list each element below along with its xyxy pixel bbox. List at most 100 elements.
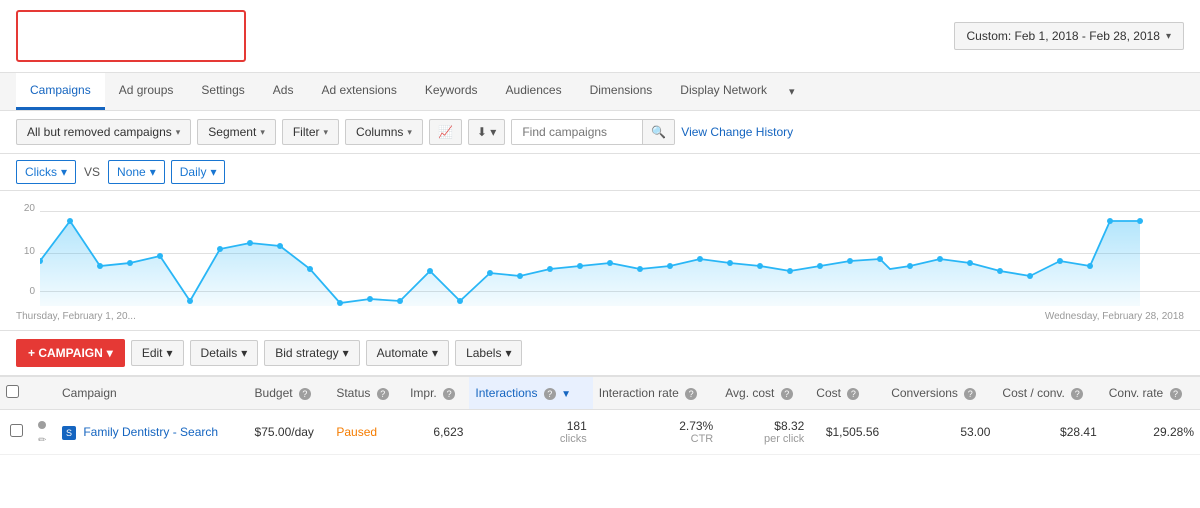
table-container: Campaign Budget ? Status ? Impr. ? Inter… (0, 376, 1200, 455)
cost-help-icon[interactable]: ? (847, 388, 859, 400)
header-status (32, 377, 56, 410)
segment-btn-chevron: ▾ (260, 127, 265, 138)
header-conv-rate: Conv. rate ? (1103, 377, 1200, 410)
cost-value: $1,505.56 (826, 425, 879, 439)
header-campaign: Campaign (56, 377, 249, 410)
edit-button[interactable]: Edit ▾ (131, 340, 184, 366)
period-label: Daily (180, 165, 207, 179)
search-icon-button[interactable]: 🔍 (642, 120, 674, 144)
interactions-help-icon[interactable]: ? (544, 388, 556, 400)
filter-chevron: ▾ (324, 127, 329, 138)
header-conv-rate-label: Conv. rate (1109, 386, 1163, 400)
filter-button[interactable]: Filter ▾ (282, 119, 339, 145)
period-button[interactable]: Daily ▾ (171, 160, 226, 184)
status-help-icon[interactable]: ? (377, 388, 389, 400)
toolbar-row-2: Clicks ▾ VS None ▾ Daily ▾ (0, 154, 1200, 191)
date-range-button[interactable]: Custom: Feb 1, 2018 - Feb 28, 2018 ▾ (954, 22, 1184, 50)
row-cost-cell: $1,505.56 (810, 410, 885, 455)
row-campaign-cell: S Family Dentistry - Search (56, 410, 249, 455)
columns-button[interactable]: Columns ▾ (345, 119, 423, 145)
header-conversions: Conversions ? (885, 377, 996, 410)
tab-campaigns[interactable]: Campaigns (16, 73, 105, 110)
details-button[interactable]: Details ▾ (190, 340, 259, 366)
automate-button[interactable]: Automate ▾ (366, 340, 449, 366)
view-change-history-link[interactable]: View Change History (681, 125, 793, 139)
header-interaction-rate-label: Interaction rate (599, 386, 679, 400)
period-chevron: ▾ (210, 165, 216, 179)
row-impr-cell: 6,623 (404, 410, 469, 455)
row-checkbox-cell[interactable] (0, 410, 32, 455)
download-button[interactable]: ⬇ ▾ (468, 119, 505, 145)
automate-chevron: ▾ (432, 346, 438, 360)
row-conv-rate-cell: 29.28% (1103, 410, 1200, 455)
chart-svg (40, 201, 1160, 311)
search-input[interactable] (512, 120, 642, 144)
edit-label: Edit (142, 346, 163, 360)
tab-more-button[interactable]: ▾ (781, 75, 803, 108)
vs-label: VS (82, 165, 102, 179)
row-avg-cost-cell: $8.32 per click (719, 410, 810, 455)
campaign-btn-label: + CAMPAIGN (28, 346, 103, 360)
bid-strategy-button[interactable]: Bid strategy ▾ (264, 340, 359, 366)
conversions-help-icon[interactable]: ? (964, 388, 976, 400)
labels-chevron: ▾ (505, 346, 511, 360)
impr-help-icon[interactable]: ? (443, 388, 455, 400)
columns-chevron: ▾ (407, 127, 412, 138)
budget-value: $75.00/day (255, 425, 325, 439)
tab-ads[interactable]: Ads (259, 73, 308, 110)
metric1-button[interactable]: Clicks ▾ (16, 160, 76, 184)
impr-value: 6,623 (433, 425, 463, 439)
cost-per-conv-value: $28.41 (1060, 425, 1097, 439)
top-bar: Custom: Feb 1, 2018 - Feb 28, 2018 ▾ (0, 0, 1200, 73)
tab-audiences[interactable]: Audiences (492, 73, 576, 110)
segment-button[interactable]: Segment ▾ (197, 119, 276, 145)
cost-per-conv-help-icon[interactable]: ? (1071, 388, 1083, 400)
labels-label: Labels (466, 346, 501, 360)
interaction-rate-value: 2.73% (599, 419, 713, 433)
segment-label: All but removed campaigns (27, 125, 172, 139)
tab-dimensions[interactable]: Dimensions (576, 73, 667, 110)
details-chevron: ▾ (241, 346, 247, 360)
interaction-rate-help-icon[interactable]: ? (685, 388, 697, 400)
header-interactions[interactable]: Interactions ? ▼ (469, 377, 592, 410)
header-budget-label: Budget (255, 386, 293, 400)
chart-icon-button[interactable]: 📈 (429, 119, 462, 145)
segment-dropdown-button[interactable]: All but removed campaigns ▾ (16, 119, 191, 145)
metric2-button[interactable]: None ▾ (108, 160, 165, 184)
campaign-name[interactable]: Family Dentistry - Search (83, 425, 218, 439)
tab-settings[interactable]: Settings (187, 73, 258, 110)
automate-label: Automate (377, 346, 428, 360)
row-status-cell: ✏ (32, 410, 56, 455)
status-dot (38, 421, 46, 429)
tab-ad-extensions[interactable]: Ad extensions (307, 73, 410, 110)
conv-rate-help-icon[interactable]: ? (1170, 388, 1182, 400)
metric1-chevron: ▾ (61, 165, 67, 179)
header-conversions-label: Conversions (891, 386, 958, 400)
row-interaction-rate-cell: 2.73% CTR (593, 410, 719, 455)
chart-date-left: Thursday, February 1, 20... (16, 311, 136, 322)
header-impr-label: Impr. (410, 386, 437, 400)
labels-button[interactable]: Labels ▾ (455, 340, 522, 366)
header-checkbox[interactable] (0, 377, 32, 410)
table-row: ✏ S Family Dentistry - Search $75.00/day… (0, 410, 1200, 455)
add-campaign-button[interactable]: + CAMPAIGN ▾ (16, 339, 125, 367)
edit-pencil-icon[interactable]: ✏ (38, 435, 46, 446)
header-campaign-label: Campaign (62, 386, 117, 400)
select-all-checkbox[interactable] (6, 385, 19, 398)
header-impr: Impr. ? (404, 377, 469, 410)
tab-keywords[interactable]: Keywords (411, 73, 492, 110)
avg-cost-help-icon[interactable]: ? (781, 388, 793, 400)
campaigns-table: Campaign Budget ? Status ? Impr. ? Inter… (0, 376, 1200, 455)
conv-rate-value: 29.28% (1153, 425, 1194, 439)
campaign-type-icon: S (62, 426, 76, 440)
campaign-btn-chevron: ▾ (107, 346, 113, 360)
details-label: Details (201, 346, 238, 360)
header-status-col: Status ? (330, 377, 404, 410)
tab-display-network[interactable]: Display Network (666, 73, 781, 110)
chart-y-label-10: 10 (0, 246, 35, 257)
row-checkbox[interactable] (10, 424, 23, 437)
budget-help-icon[interactable]: ? (299, 388, 311, 400)
row-status-text-cell: Paused (330, 410, 404, 455)
tab-ad-groups[interactable]: Ad groups (105, 73, 188, 110)
search-icon: 🔍 (651, 125, 666, 139)
